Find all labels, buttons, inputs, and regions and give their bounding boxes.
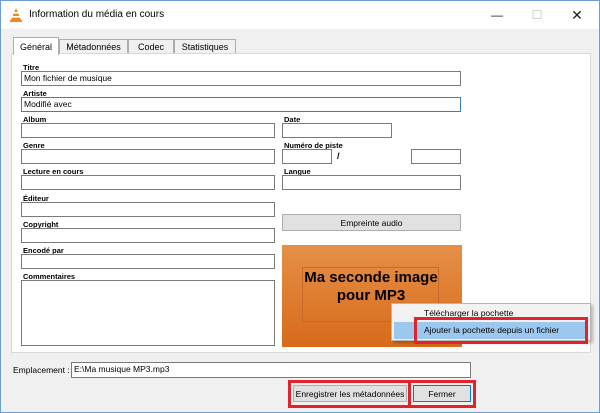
- tab-codec[interactable]: Codec: [128, 39, 174, 54]
- emplacement-field[interactable]: E:\Ma musique MP3.mp3: [71, 362, 471, 378]
- close-icon[interactable]: ✕: [557, 1, 597, 29]
- emplacement-label: Emplacement :: [13, 365, 70, 375]
- piste-number-field[interactable]: [282, 149, 332, 164]
- window-title: Information du média en cours: [29, 9, 165, 20]
- maximize-button[interactable]: ☐: [517, 1, 557, 29]
- highlight-box-enregistrer: [288, 380, 411, 408]
- langue-field[interactable]: [282, 175, 461, 190]
- minimize-button[interactable]: —: [477, 1, 517, 29]
- lecture-field[interactable]: [21, 175, 275, 190]
- highlight-box-fermer: [408, 380, 476, 408]
- media-info-window: Information du média en cours — ☐ ✕ Géné…: [0, 0, 600, 413]
- encode-field[interactable]: [21, 254, 275, 269]
- vlc-cone-icon: [10, 8, 22, 22]
- piste-total-field[interactable]: [411, 149, 461, 164]
- copyright-field[interactable]: [21, 228, 275, 243]
- date-field[interactable]: [282, 123, 392, 138]
- editeur-field[interactable]: [21, 202, 275, 217]
- genre-field[interactable]: [21, 149, 275, 164]
- title-bar: Information du média en cours — ☐ ✕: [1, 1, 599, 29]
- piste-separator: /: [337, 151, 340, 161]
- artiste-field[interactable]: Modifié avec: [21, 97, 461, 112]
- tab-metadonnees[interactable]: Métadonnées: [59, 39, 128, 54]
- empreinte-audio-button[interactable]: Empreinte audio: [282, 214, 461, 231]
- titre-field[interactable]: Mon fichier de musique: [21, 71, 461, 86]
- highlight-box-ajouter: [414, 317, 588, 344]
- tab-statistiques[interactable]: Statistiques: [174, 39, 236, 54]
- album-field[interactable]: [21, 123, 275, 138]
- commentaires-field[interactable]: [21, 280, 275, 346]
- cover-text: Ma seconde image pour MP3: [304, 269, 438, 304]
- tab-general[interactable]: Général: [13, 37, 59, 55]
